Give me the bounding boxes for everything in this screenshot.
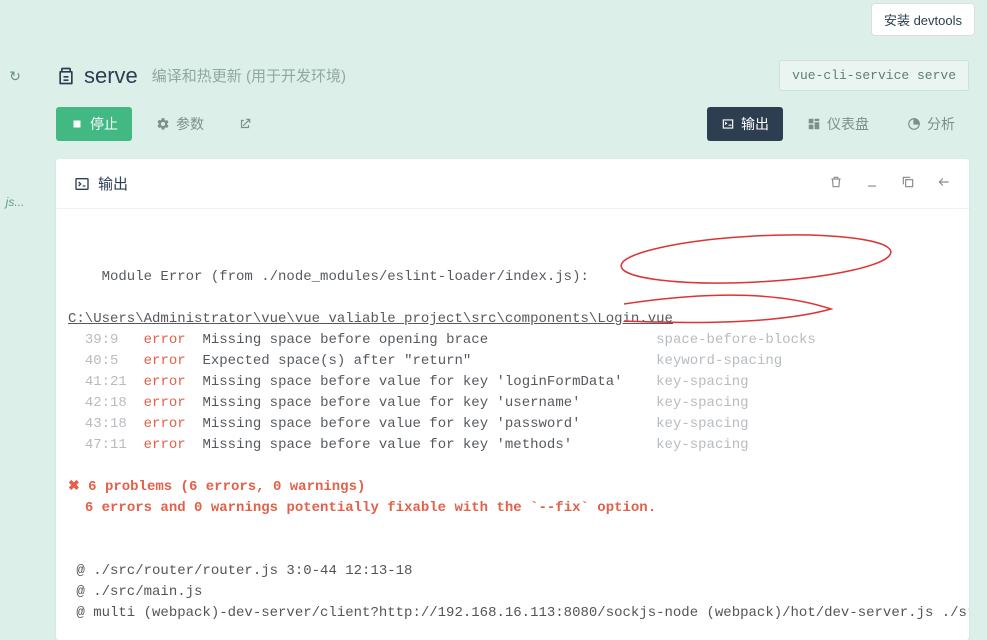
params-label: 参数	[176, 114, 204, 134]
output-tab[interactable]: 输出	[707, 107, 783, 141]
analyze-icon	[907, 117, 921, 131]
output-label: 输出	[741, 114, 769, 134]
dashboard-label: 仪表盘	[827, 114, 869, 134]
trash-icon[interactable]	[829, 175, 843, 193]
task-header: serve 编译和热更新 (用于开发环境) vue-cli-service se…	[38, 42, 987, 107]
refresh-icon[interactable]: ↻	[9, 68, 21, 85]
back-icon[interactable]	[937, 175, 951, 193]
stop-button[interactable]: 停止	[56, 107, 132, 141]
terminal-output[interactable]: Module Error (from ./node_modules/eslint…	[56, 209, 969, 640]
task-subtitle: 编译和热更新 (用于开发环境)	[152, 65, 346, 86]
terminal-small-icon	[74, 176, 90, 192]
analyze-tab[interactable]: 分析	[893, 107, 969, 141]
left-gutter: ↻ js...	[0, 38, 30, 500]
dashboard-icon	[807, 117, 821, 131]
stop-label: 停止	[90, 114, 118, 134]
task-toolbar: 停止 参数 输出 仪表盘 分析	[38, 107, 987, 159]
open-external-button[interactable]	[228, 107, 262, 141]
clipboard-icon	[56, 66, 76, 86]
stop-icon	[70, 117, 84, 131]
panel-title-text: 输出	[98, 173, 128, 194]
js-label: js...	[6, 195, 25, 209]
copy-icon[interactable]	[901, 175, 915, 193]
scroll-bottom-icon[interactable]	[865, 175, 879, 193]
gear-icon	[156, 117, 170, 131]
task-command: vue-cli-service serve	[779, 60, 969, 91]
install-devtools-button[interactable]: 安装 devtools	[871, 3, 975, 36]
external-link-icon	[238, 117, 252, 131]
dashboard-tab[interactable]: 仪表盘	[793, 107, 883, 141]
output-panel: 输出 Module Error (	[56, 159, 969, 640]
hand-drawn-annotation	[56, 209, 969, 409]
task-title: serve	[84, 63, 138, 89]
params-button[interactable]: 参数	[142, 107, 218, 141]
analyze-label: 分析	[927, 114, 955, 134]
terminal-icon	[721, 117, 735, 131]
